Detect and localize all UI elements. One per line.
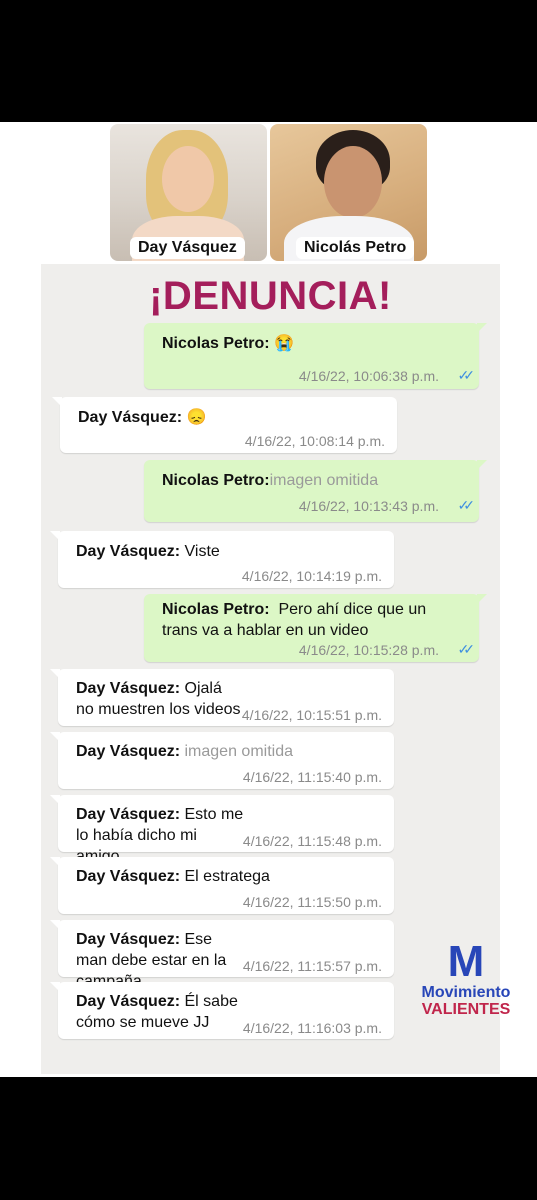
message-bubble-incoming: Day Vásquez: Él sabe cómo se mueve JJ 4/…: [50, 982, 394, 1039]
logo-m-icon: M: [447, 937, 485, 986]
read-ticks-icon: ✓✓: [457, 497, 476, 513]
message-bubble-incoming: Day Vásquez: imagen omitida 4/16/22, 11:…: [50, 732, 394, 789]
message-sender: Day Vásquez:: [76, 680, 181, 697]
message-bubble-outgoing: Nicolas Petro:imagen omitida 4/16/22, 10…: [144, 460, 487, 522]
read-ticks-icon: ✓✓: [457, 641, 476, 657]
message-sender: Day Vásquez:: [76, 806, 181, 823]
message-time: 4/16/22, 10:06:38 p.m.: [298, 368, 439, 384]
name-label-day: Day Vásquez: [130, 237, 245, 259]
message-text: Day Vásquez: El estratega: [76, 866, 382, 887]
face-shape: [162, 146, 214, 212]
photo-nicolas-petro: Nicolás Petro: [270, 124, 427, 261]
logo-line-2: VALIENTES: [421, 1001, 511, 1018]
message-sender: Day Vásquez:: [76, 931, 181, 948]
message-bubble-incoming: Day Vásquez: El estratega 4/16/22, 11:15…: [50, 857, 394, 914]
message-text: Day Vásquez: Ojalá no muestren los video…: [76, 678, 244, 720]
message-sender: Day Vásquez:: [76, 993, 181, 1010]
message-sender: Day Vásquez:: [76, 743, 181, 760]
message-text: Day Vásquez: Él sabe cómo se mueve JJ: [76, 991, 244, 1033]
message-text: Day Vásquez: 😞: [78, 407, 385, 428]
movimiento-valientes-logo: M Movimiento VALIENTES: [420, 937, 512, 1019]
image-frame: Day Vásquez Nicolás Petro ¡DENUNCIA! Nic…: [0, 122, 537, 1077]
message-time: 4/16/22, 10:13:43 p.m.: [298, 498, 439, 514]
message-sender: Nicolas Petro:: [162, 335, 270, 352]
message-body: imagen omitida: [184, 743, 294, 760]
message-body: Viste: [184, 543, 220, 560]
message-bubble-outgoing: Nicolas Petro: 😭 4/16/22, 10:06:38 p.m. …: [144, 323, 487, 389]
message-time: 4/16/22, 11:15:48 p.m.: [242, 833, 382, 849]
message-bubble-incoming: Day Vásquez: Esto me lo había dicho mi a…: [50, 795, 394, 865]
message-time: 4/16/22, 10:08:14 p.m.: [244, 433, 385, 449]
face-shape: [324, 146, 382, 218]
logo-line-1: Movimiento: [421, 984, 511, 1001]
message-time: 4/16/22, 10:14:19 p.m.: [241, 568, 382, 584]
message-bubble-outgoing: Nicolas Petro: Pero ahí dice que un tran…: [144, 594, 487, 662]
name-label-nicolas: Nicolás Petro: [296, 237, 415, 259]
message-bubble-incoming: Day Vásquez: Viste 4/16/22, 10:14:19 p.m…: [50, 531, 394, 588]
message-sender: Day Vásquez:: [78, 409, 183, 426]
message-bubble-incoming: Day Vásquez: 😞 4/16/22, 10:08:14 p.m.: [52, 397, 397, 453]
message-text: Nicolas Petro: Pero ahí dice que un tran…: [162, 599, 449, 641]
message-sender: Nicolas Petro:: [162, 472, 270, 489]
message-sender: Day Vásquez:: [76, 543, 181, 560]
message-body: 😞: [186, 409, 207, 426]
headline-title: ¡DENUNCIA!: [149, 274, 392, 318]
message-time: 4/16/22, 11:15:50 p.m.: [242, 894, 382, 910]
message-text: Day Vásquez: Viste: [76, 541, 382, 562]
message-time: 4/16/22, 11:15:57 p.m.: [242, 958, 382, 974]
read-ticks-icon: ✓✓: [457, 367, 476, 383]
message-text: Day Vásquez: imagen omitida: [76, 741, 382, 762]
message-sender: Day Vásquez:: [76, 868, 181, 885]
message-time: 4/16/22, 10:15:51 p.m.: [241, 707, 382, 723]
message-bubble-incoming: Day Vásquez: Ojalá no muestren los video…: [50, 669, 394, 726]
message-sender: Nicolas Petro:: [162, 601, 270, 618]
message-text: Nicolas Petro:imagen omitida: [162, 470, 467, 491]
photo-day-vasquez: Day Vásquez: [110, 124, 267, 261]
message-body: imagen omitida: [269, 472, 379, 489]
message-bubble-incoming: Day Vásquez: Ese man debe estar en la ca…: [50, 920, 394, 990]
message-body: El estratega: [184, 868, 270, 885]
message-time: 4/16/22, 11:15:40 p.m.: [242, 769, 382, 785]
message-text: Nicolas Petro: 😭: [162, 333, 467, 354]
message-time: 4/16/22, 10:15:28 p.m.: [298, 642, 439, 658]
message-time: 4/16/22, 11:16:03 p.m.: [242, 1020, 382, 1036]
message-body: 😭: [274, 335, 294, 352]
